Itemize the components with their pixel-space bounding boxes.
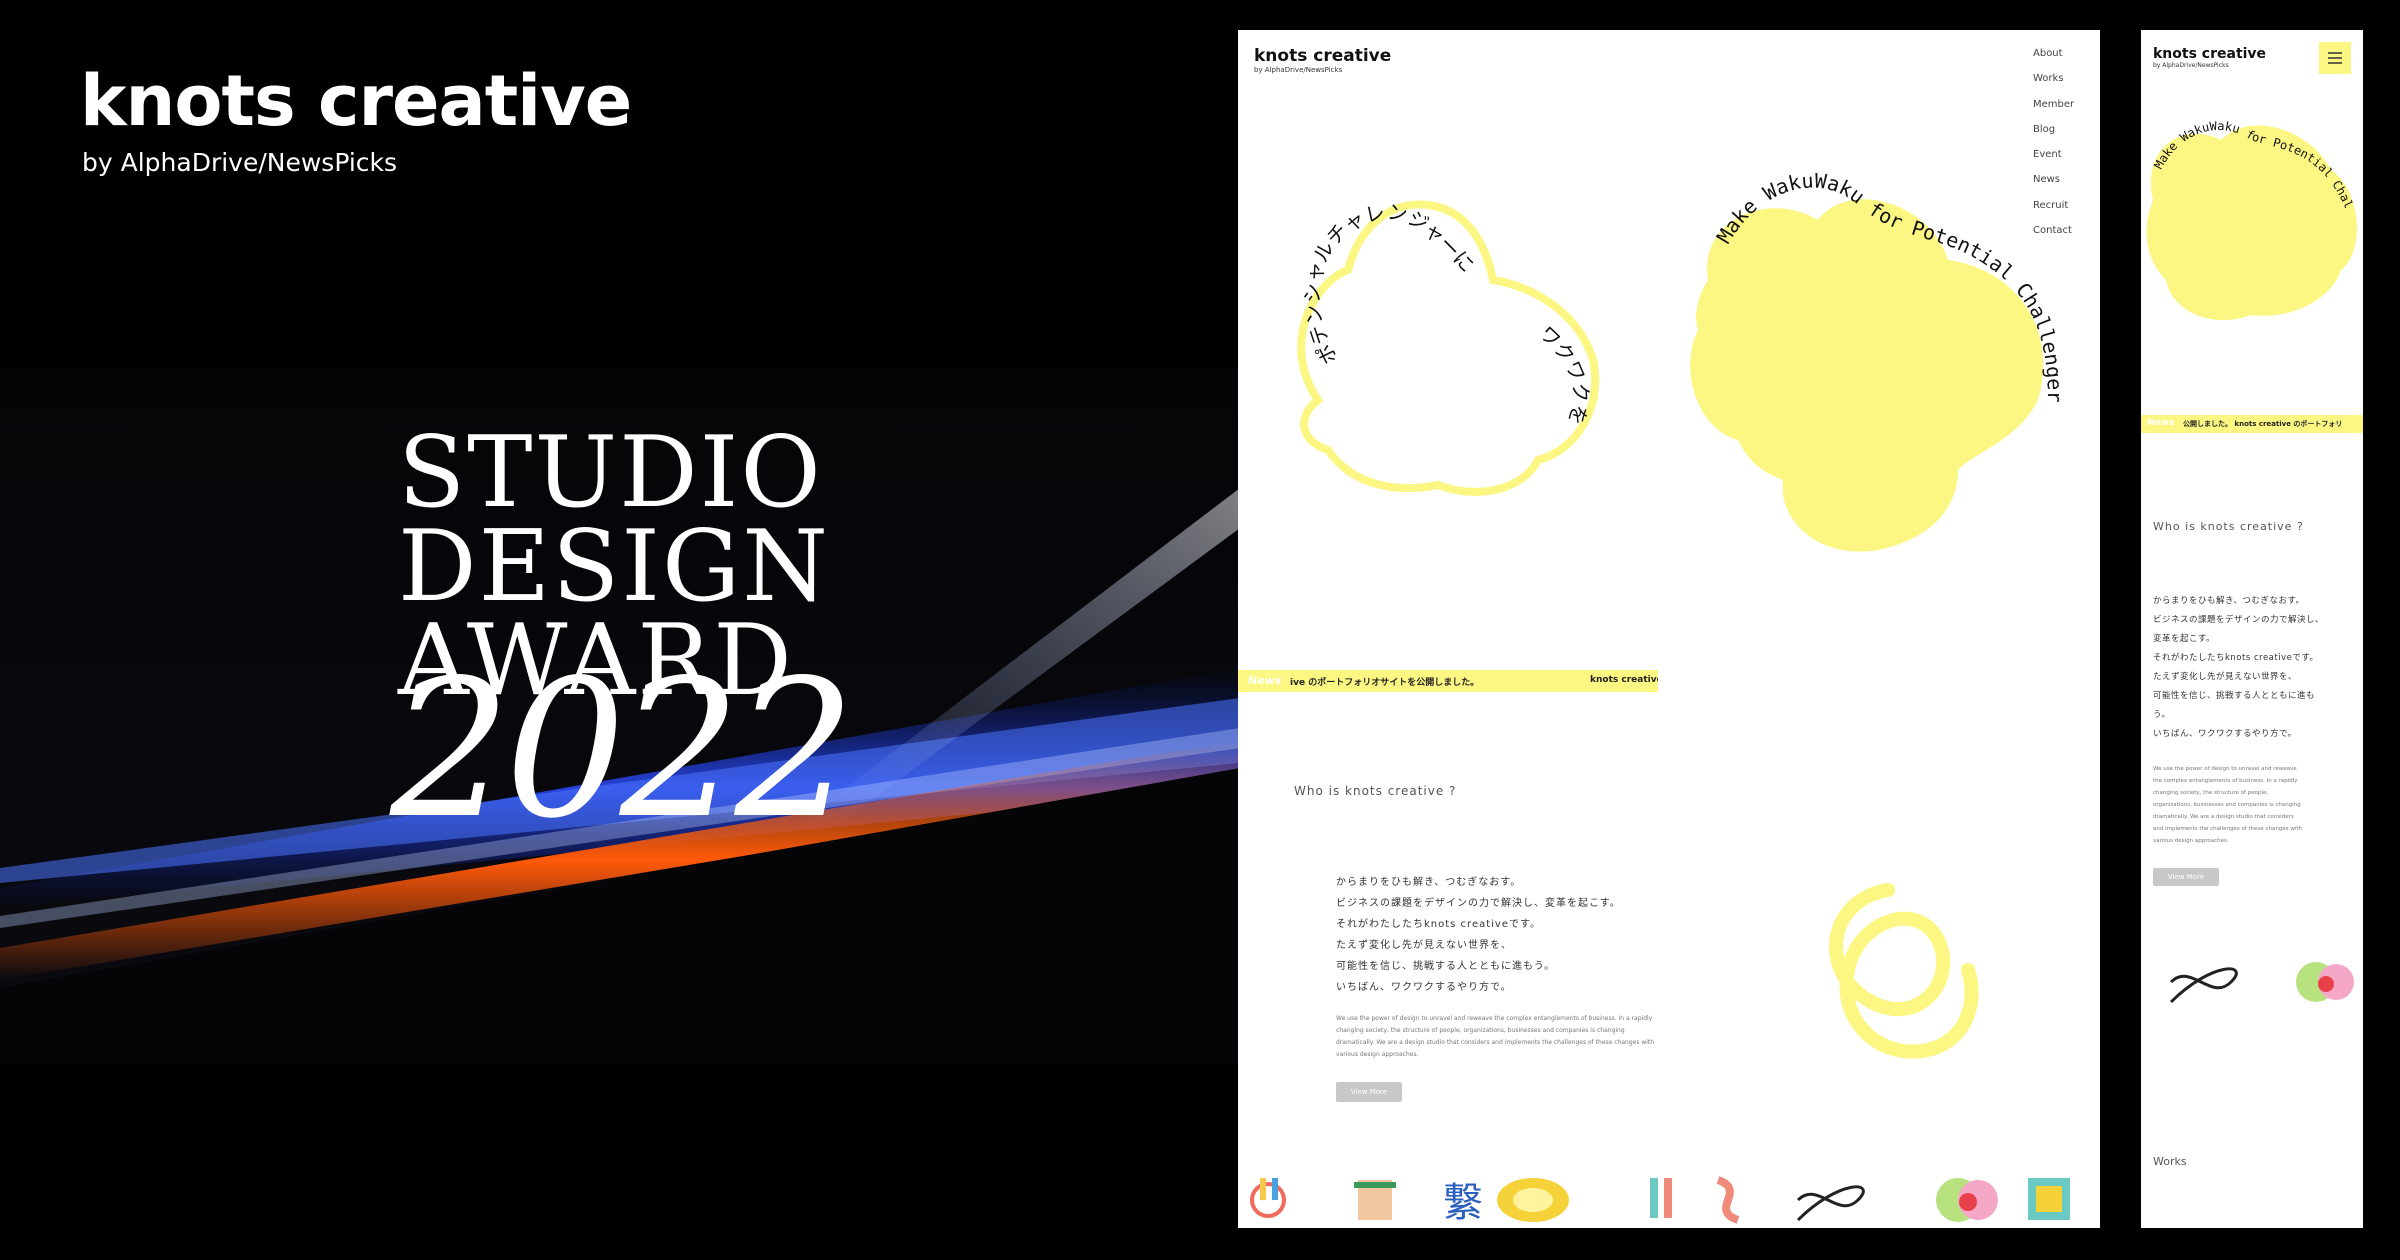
intro-en-line: various design approaches.	[1336, 1051, 1419, 1058]
intro-en-line: changing society, the structure of peopl…	[1336, 1027, 1625, 1034]
intro-line: いちばん、ワクワクするやり方で。	[2153, 729, 2297, 739]
mobile-logo[interactable]: knots creative	[2153, 46, 2266, 62]
intro-en-line: and implements the challenges of these c…	[2153, 826, 2303, 832]
menu-icon	[2328, 52, 2342, 64]
illustration-noodle-icon	[1354, 1180, 1396, 1220]
hero-blobs: ポテンシャルチャレンジャーに ワクワクを Make WakuWaku for P…	[1297, 168, 2067, 552]
desktop-news-ticker[interactable]: News ive のポートフォリオサイトを公開しました。 knots creat…	[1238, 670, 1658, 692]
intro-line: たえず変化し先が見えない世界を、	[1336, 940, 1512, 951]
illustration-kanji-icon: 繋	[1443, 1180, 1483, 1226]
mobile-who-heading: Who is knots creative ?	[2153, 520, 2304, 533]
intro-line: たえず変化し先が見えない世界を、	[2153, 672, 2298, 682]
intro-en-line: changing society, the structure of peopl…	[2153, 790, 2269, 796]
intro-en-line: We use the power of design to unravel an…	[2153, 766, 2297, 772]
desktop-site-mockup: knots creative by AlphaDrive/NewsPicks A…	[1238, 30, 2100, 1228]
news-brand: knots creative	[1590, 675, 1658, 685]
intro-line: う。	[2153, 710, 2171, 720]
intro-line: 変革を起こす。	[2153, 634, 2215, 644]
mobile-news-ticker[interactable]: News 公開しました。 knots creative のポートフォリ	[2141, 415, 2363, 433]
hamburger-menu-button[interactable]	[2319, 42, 2351, 74]
mobile-intro-en: We use the power of design to unravel an…	[2153, 763, 2302, 847]
mobile-works-heading: Works	[2153, 1155, 2187, 1168]
mobile-news-text: 公開しました。 knots creative のポートフォリ	[2183, 420, 2343, 428]
intro-jp: からまりをひも解き、つむぎなおす。 ビジネスの課題をデザインの力で解決し、変革を…	[1336, 872, 1621, 998]
illustration-legs-icon	[1650, 1178, 1672, 1218]
intro-line: ビジネスの課題をデザインの力で解決し、変革を起こす。	[1336, 898, 1621, 909]
mobile-news-label: News	[2147, 418, 2175, 428]
news-label: News	[1248, 674, 1282, 687]
intro-en-line: dramatically. We are a design studio tha…	[2153, 814, 2294, 820]
svg-text:繋: 繋	[1443, 1180, 1483, 1226]
illustration-hands-icon	[1497, 1178, 1569, 1222]
mobile-hero-blob: Make WakuWaku for Potential Challenger	[2141, 90, 2358, 321]
brand-title: knots creative	[80, 60, 632, 142]
intro-line: いちばん、ワクワクするやり方で。	[1336, 982, 1512, 993]
intro-en-line: organizations, businesses and companies …	[2153, 802, 2301, 808]
illustration-strip: 繋	[1238, 1170, 2100, 1228]
illustration-frame-icon	[2028, 1178, 2070, 1220]
mobile-site-mockup: knots creative by AlphaDrive/NewsPicks M…	[2141, 30, 2363, 1228]
illustration-brain-icon	[2296, 962, 2354, 1002]
intro-en: We use the power of design to unravel an…	[1336, 1013, 1654, 1061]
intro-line: ビジネスの課題をデザインの力で解決し、	[2153, 615, 2325, 625]
intro-line: 可能性を信じ、挑戦する人とともに進も	[2153, 691, 2316, 701]
intro-en-line: We use the power of design to unravel an…	[1336, 1015, 1653, 1022]
who-heading: Who is knots creative ?	[1294, 784, 1457, 798]
intro-line: からまりをひも解き、つむぎなおす。	[1336, 877, 1522, 888]
illustration-people-icon	[1250, 1178, 1286, 1218]
illustration-knot-icon	[1796, 1185, 1865, 1222]
knot-loop-graphic	[1829, 883, 1979, 1059]
mobile-view-more-button[interactable]: View More	[2153, 868, 2219, 886]
intro-line: 可能性を信じ、挑戦する人とともに進もう。	[1336, 961, 1556, 972]
intro-line: からまりをひも解き、つむぎなおす。	[2153, 596, 2305, 606]
intro-en-line: the complex entanglements of business. I…	[2153, 778, 2298, 784]
mobile-sublogo: by AlphaDrive/NewsPicks	[2153, 62, 2229, 69]
news-text: ive のポートフォリオサイトを公開しました。	[1290, 678, 1480, 688]
illustration-knot-icon	[2169, 967, 2238, 1004]
award-year: 2022	[390, 639, 856, 860]
view-more-button[interactable]: View More	[1336, 1082, 1402, 1102]
award-line-studio: STUDIO	[398, 416, 823, 530]
intro-en-line: various design approaches.	[2153, 838, 2229, 844]
illustration-brain-icon	[1936, 1178, 1998, 1222]
illustration-bodies-icon	[1716, 1176, 1740, 1224]
intro-line: それがわたしたちknots creativeです。	[1336, 919, 1541, 930]
award-line-design: DESIGN	[398, 510, 830, 624]
mobile-illustrations	[2169, 962, 2354, 1004]
mobile-intro-jp: からまりをひも解き、つむぎなおす。 ビジネスの課題をデザインの力で解決し、 変革…	[2153, 592, 2324, 744]
intro-en-line: dramatically. We are a design studio tha…	[1336, 1039, 1655, 1046]
brand-subtitle: by AlphaDrive/NewsPicks	[82, 148, 398, 177]
intro-line: それがわたしたちknots creativeです。	[2153, 653, 2319, 663]
